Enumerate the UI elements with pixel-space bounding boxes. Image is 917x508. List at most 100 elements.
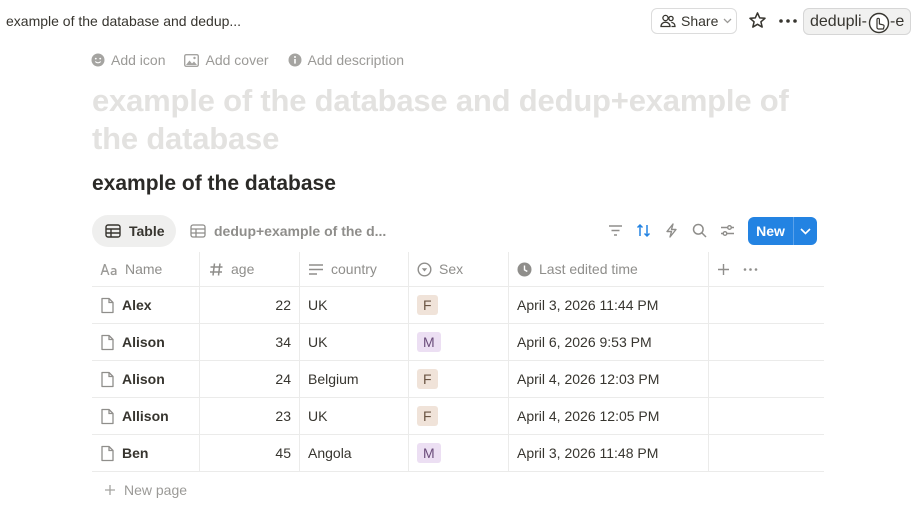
row-name: Alex	[122, 297, 152, 313]
table-body: Alex 22 UK F April 3, 2026 11:44 PM Alis…	[92, 287, 824, 472]
sex-cell[interactable]: F	[417, 361, 438, 397]
table-row[interactable]: Alison 24 Belgium F April 4, 2026 12:03 …	[92, 361, 824, 398]
column-divider	[199, 252, 200, 286]
table-icon	[105, 224, 121, 238]
column-age-label: age	[231, 261, 255, 277]
column-divider	[508, 287, 509, 323]
last-edited-cell: April 4, 2026 12:05 PM	[517, 408, 660, 424]
select-icon	[417, 261, 432, 277]
dedupe-extension-badge[interactable]: dedupli- -e	[803, 8, 911, 35]
search-icon[interactable]	[691, 222, 708, 239]
column-divider	[299, 324, 300, 360]
sort-icon[interactable]	[635, 222, 652, 239]
page-icon	[100, 408, 115, 425]
new-button[interactable]: New	[748, 217, 817, 245]
filter-icon[interactable]	[607, 222, 624, 239]
age-cell[interactable]: 23	[200, 398, 291, 434]
hash-icon	[209, 262, 224, 277]
chevron-down-icon[interactable]	[794, 227, 817, 235]
sex-tag: M	[417, 443, 441, 463]
share-button[interactable]: Share	[651, 8, 737, 34]
sex-cell[interactable]: M	[417, 435, 441, 471]
share-label: Share	[681, 13, 719, 29]
column-header-sex[interactable]: Sex	[417, 252, 463, 286]
new-page-button[interactable]: New page	[92, 472, 824, 508]
automation-icon[interactable]	[663, 222, 680, 239]
column-edited-label: Last edited time	[539, 261, 638, 277]
sex-tag: F	[417, 295, 438, 315]
column-header-country[interactable]: country	[308, 252, 377, 286]
row-name: Ben	[122, 445, 149, 461]
country-cell[interactable]: Angola	[308, 435, 352, 471]
last-edited-cell: April 3, 2026 11:44 PM	[517, 297, 659, 313]
clock-icon	[517, 262, 532, 277]
column-header-name[interactable]: Name	[100, 252, 162, 286]
name-cell[interactable]: Alison	[100, 324, 165, 360]
text-type-icon	[100, 263, 118, 276]
sex-cell[interactable]: M	[417, 324, 441, 360]
new-page-label: New page	[124, 482, 188, 498]
settings-icon[interactable]	[719, 222, 736, 239]
column-divider	[708, 361, 709, 397]
tab-table-view[interactable]: Table	[92, 215, 176, 247]
column-divider	[408, 361, 409, 397]
age-cell[interactable]: 24	[200, 361, 291, 397]
database-table: Name age country Sex Last edited time Al…	[92, 252, 824, 508]
column-divider	[508, 435, 509, 471]
country-cell[interactable]: Belgium	[308, 361, 359, 397]
column-divider	[508, 398, 509, 434]
column-divider	[508, 361, 509, 397]
row-name: Allison	[122, 408, 169, 424]
page-icon	[100, 445, 115, 462]
age-cell[interactable]: 34	[200, 324, 291, 360]
column-header-last-edited[interactable]: Last edited time	[517, 252, 638, 286]
country-cell[interactable]: UK	[308, 398, 327, 434]
database-title[interactable]: example of the database	[92, 172, 336, 196]
age-cell[interactable]: 22	[200, 287, 291, 323]
more-options-icon[interactable]	[778, 11, 798, 31]
sex-cell[interactable]: F	[417, 398, 438, 434]
age-cell[interactable]: 45	[200, 435, 291, 471]
column-divider	[408, 398, 409, 434]
view-toolbar	[607, 222, 736, 239]
country-cell[interactable]: UK	[308, 324, 327, 360]
table-row[interactable]: Allison 23 UK F April 4, 2026 12:05 PM	[92, 398, 824, 435]
name-cell[interactable]: Alison	[100, 361, 165, 397]
column-divider	[508, 252, 509, 286]
sex-tag: F	[417, 406, 438, 426]
name-cell[interactable]: Alex	[100, 287, 152, 323]
tab-dedup-view[interactable]: dedup+example of the d...	[190, 215, 386, 247]
table-row[interactable]: Alex 22 UK F April 3, 2026 11:44 PM	[92, 287, 824, 324]
people-icon	[660, 14, 676, 28]
add-description-button[interactable]: Add description	[288, 52, 404, 68]
column-divider	[708, 435, 709, 471]
column-divider	[708, 287, 709, 323]
badge-suffix: -e	[890, 13, 905, 30]
column-divider	[299, 361, 300, 397]
column-header-age[interactable]: age	[209, 252, 254, 286]
table-row[interactable]: Ben 45 Angola M April 3, 2026 11:48 PM	[92, 435, 824, 472]
sex-cell[interactable]: F	[417, 287, 438, 323]
table-icon	[190, 224, 206, 238]
column-divider	[708, 252, 709, 286]
chevron-down-icon	[723, 18, 732, 24]
page-title[interactable]: example of the database and dedup+exampl…	[92, 82, 812, 158]
breadcrumb[interactable]: example of the database and dedup...	[6, 13, 241, 29]
last-edited-cell: April 3, 2026 11:48 PM	[517, 445, 659, 461]
column-divider	[299, 435, 300, 471]
add-icon-button[interactable]: Add icon	[91, 52, 165, 68]
add-cover-button[interactable]: Add cover	[184, 52, 269, 68]
page-icon	[100, 334, 115, 351]
name-cell[interactable]: Ben	[100, 435, 148, 471]
new-label: New	[756, 223, 785, 239]
table-header: Name age country Sex Last edited time	[92, 252, 824, 287]
star-icon[interactable]	[748, 11, 767, 30]
column-divider	[408, 252, 409, 286]
name-cell[interactable]: Allison	[100, 398, 169, 434]
country-cell[interactable]: UK	[308, 287, 327, 323]
add-property-button[interactable]	[717, 252, 730, 286]
more-options-icon[interactable]	[743, 252, 758, 286]
column-divider	[708, 324, 709, 360]
column-divider	[408, 287, 409, 323]
table-row[interactable]: Alison 34 UK M April 6, 2026 9:53 PM	[92, 324, 824, 361]
